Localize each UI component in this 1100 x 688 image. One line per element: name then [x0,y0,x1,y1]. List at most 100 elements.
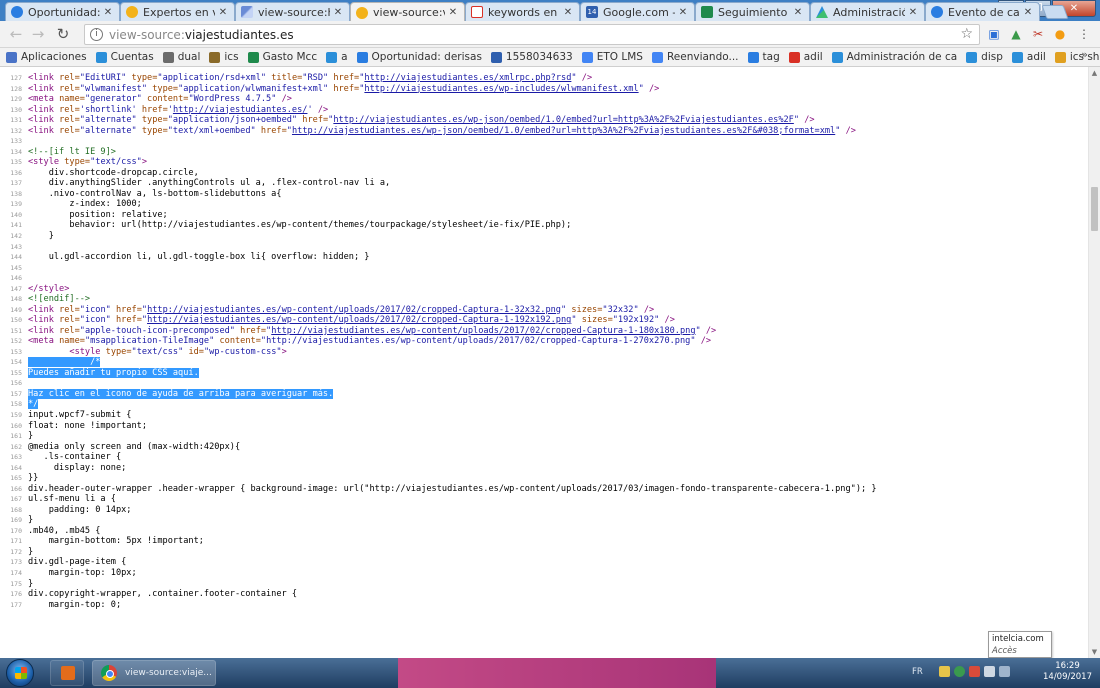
extension-screen-icon[interactable]: ▣ [986,26,1002,42]
source-line: 165}} [0,473,877,484]
bookmark-label: Cuentas [110,51,154,63]
language-indicator[interactable]: FR [912,667,923,677]
bookmark-icon [356,51,368,63]
close-tab-icon[interactable]: ✕ [1022,7,1034,18]
close-tab-icon[interactable]: ✕ [907,7,919,18]
source-line: 152 <meta name="msapplication-TileImage" … [0,336,877,347]
tray-sync-icon[interactable] [953,666,965,677]
source-line: 168 padding: 0 14px; [0,505,877,516]
bookmark-item[interactable]: dual [162,51,200,63]
scroll-down-icon[interactable]: ▼ [1089,646,1100,658]
reload-button[interactable]: ↻ [55,26,71,42]
tab-6[interactable]: Seguimiento ✕ [695,2,810,21]
close-tab-icon[interactable]: ✕ [102,7,114,18]
scroll-up-icon[interactable]: ▲ [1089,67,1100,79]
scrollbar-thumb[interactable] [1091,187,1098,231]
close-tab-icon[interactable]: ✕ [447,7,459,18]
bookmark-icon [326,51,338,63]
line-code: float: none !important; [28,420,147,431]
bookmarks-overflow-button[interactable]: » [1081,48,1088,61]
tab-8[interactable]: Evento de cal ✕ [925,2,1040,21]
tab-1[interactable]: Expertos en vi ✕ [120,2,235,21]
line-number: 141 [10,221,22,230]
line-code: } [28,515,34,526]
tray-flag-icon[interactable] [968,666,980,677]
bookmark-item[interactable]: tag [747,51,780,63]
tab-0[interactable]: Oportunidad: ✕ [5,2,120,21]
line-code: Puedes añadir tu propio CSS aquí. [28,367,199,378]
close-tab-icon[interactable]: ✕ [217,7,229,18]
address-url[interactable]: view-source:viajestudiantes.es [109,28,294,42]
wand-icon [241,6,253,18]
extension-chart-icon[interactable]: ▲ [1008,26,1024,42]
close-tab-icon[interactable]: ✕ [562,7,574,18]
tab-7[interactable]: Administració ✕ [810,2,925,21]
vertical-scrollbar[interactable]: ▲ ▼ [1088,67,1100,658]
network-tooltip: intelcia.com Accès Internet [988,631,1052,668]
taskbar-media-player[interactable] [50,660,84,686]
bookmark-item[interactable]: a [326,51,348,63]
bookmark-item[interactable]: Aplicaciones [6,51,87,63]
browser-toolbar: ← → ↻ i view-source:viajestudiantes.es ☆… [0,21,1100,48]
bookmark-item[interactable]: ETO LMS [581,51,643,63]
close-tab-icon[interactable]: ✕ [792,7,804,18]
address-bar[interactable]: i view-source:viajestudiantes.es ☆ [84,24,980,45]
back-button[interactable]: ← [8,26,24,42]
extension-bubble-icon[interactable]: ● [1052,26,1068,42]
line-code: .mb40, .mb45 { [28,525,101,536]
tab-4[interactable]: keywords en e ✕ [465,2,580,21]
chrome-menu-icon[interactable]: ⋮ [1076,26,1092,42]
site-info-icon[interactable]: i [90,28,103,41]
line-code: <style type="text/css"> [28,157,148,168]
bookmark-item[interactable]: disp [966,51,1003,63]
bookmark-item[interactable]: 1558034633 [490,51,573,63]
bookmark-icon [1011,51,1023,63]
bookmark-item[interactable]: Oportunidad: derisas [356,51,482,63]
bookmark-star-icon[interactable]: ☆ [960,26,973,42]
tab-5[interactable]: 14 Google.com - ✕ [580,2,695,21]
bookmark-item[interactable]: Reenviando... [651,51,739,63]
tab-title: view-source:ht [258,5,330,19]
line-code: @media only screen and (max-width:420px)… [28,441,241,452]
bookmark-label: ETO LMS [596,51,643,63]
line-number: 151 [10,326,22,335]
source-line: 138 .nivo-controlNav a, ls-bottom-slideb… [0,189,877,200]
source-line: 143 [0,242,877,253]
close-tab-icon[interactable]: ✕ [332,7,344,18]
extension-scissors-icon[interactable]: ✂ [1030,26,1046,42]
bookmark-icon [1054,51,1066,63]
bookmark-label: disp [981,51,1003,63]
tab-2[interactable]: view-source:ht✕ [235,2,350,21]
bookmark-item[interactable]: ics shopping [1054,51,1100,63]
taskbar-clock[interactable]: 16:29 14/09/2017 [1043,661,1092,683]
tray-shield-icon[interactable] [938,666,950,677]
source-line: 177 margin-top: 0; [0,600,877,611]
line-number: 135 [10,158,22,167]
line-number: 145 [10,263,22,272]
source-line: 162 @media only screen and (max-width:420… [0,442,877,453]
line-code: display: none; [28,462,127,473]
bookmark-item[interactable]: Gasto Mcc [247,51,317,63]
bookmark-icon [490,51,502,63]
bookmark-label: a [341,51,348,63]
bookmark-item[interactable]: adil [1011,51,1046,63]
new-tab-button[interactable] [1041,5,1069,19]
close-tab-icon[interactable]: ✕ [677,7,689,18]
tab-title: Administració [833,5,905,19]
tray-network-icon[interactable] [983,666,995,677]
tab-3[interactable]: view-source:vi ✕ [350,2,465,22]
bookmark-item[interactable]: ics [209,51,239,63]
bookmark-item[interactable]: adil [788,51,823,63]
start-button[interactable] [6,659,34,687]
bookmark-icon [209,51,221,63]
forward-button[interactable]: → [30,26,46,42]
source-line: 133 [0,136,877,147]
tray-volume-icon[interactable] [998,666,1010,677]
taskbar-chrome-window[interactable]: view-source:viaje... [92,660,216,686]
bookmark-item[interactable]: Cuentas [95,51,154,63]
source-line: 137 div.anythingSlider .anythingControls… [0,178,877,189]
line-code: } [28,431,34,442]
line-number: 166 [10,484,22,493]
line-code: div.copyright-wrapper, .container.footer… [28,589,298,600]
bookmark-item[interactable]: Administración de ca [831,51,957,63]
